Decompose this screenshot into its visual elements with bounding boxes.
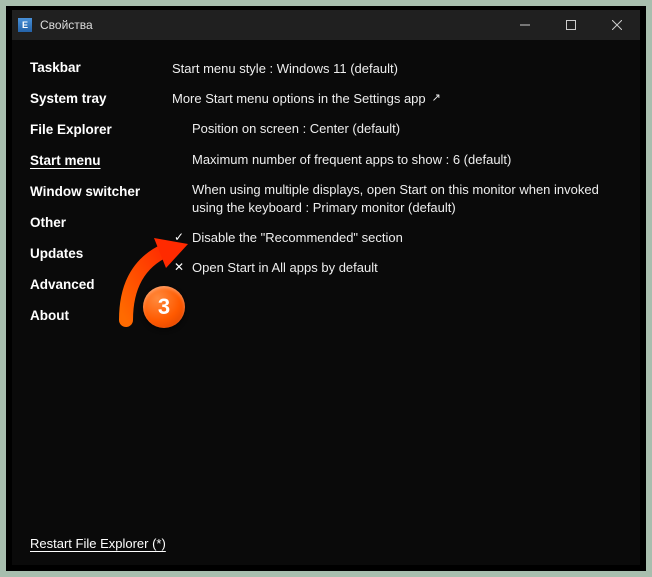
sidebar-item-about[interactable]: About (30, 308, 69, 323)
sidebar-item-window-switcher[interactable]: Window switcher (30, 184, 140, 199)
setting-start-style[interactable]: Start menu style : Windows 11 (default) (172, 60, 622, 78)
sidebar: Taskbar System tray File Explorer Start … (12, 40, 162, 565)
setting-position[interactable]: Position on screen : Center (default) (172, 120, 622, 138)
app-icon: E (18, 18, 32, 32)
sidebar-item-updates[interactable]: Updates (30, 246, 83, 261)
setting-max-apps[interactable]: Maximum number of frequent apps to show … (172, 151, 622, 169)
sidebar-item-advanced[interactable]: Advanced (30, 277, 95, 292)
content-panel: Start menu style : Windows 11 (default) … (162, 40, 640, 565)
check-icon: ✓ (172, 229, 186, 246)
setting-text: Position on screen : Center (default) (192, 120, 400, 138)
titlebar: E Свойства (12, 10, 640, 40)
sidebar-item-other[interactable]: Other (30, 215, 66, 230)
sidebar-item-taskbar[interactable]: Taskbar (30, 60, 81, 75)
external-link-icon: ↗ (432, 91, 441, 106)
toggle-label: Disable the "Recommended" section (192, 229, 403, 247)
x-icon: ✕ (172, 259, 186, 276)
sidebar-item-file-explorer[interactable]: File Explorer (30, 122, 112, 137)
close-button[interactable] (594, 10, 640, 40)
link-text: More Start menu options in the Settings … (172, 90, 426, 108)
sidebar-item-start-menu[interactable]: Start menu (30, 153, 101, 168)
toggle-open-all-apps[interactable]: ✕ Open Start in All apps by default (172, 259, 622, 277)
minimize-button[interactable] (502, 10, 548, 40)
window-title: Свойства (40, 18, 93, 32)
sidebar-item-system-tray[interactable]: System tray (30, 91, 107, 106)
setting-text: When using multiple displays, open Start… (192, 181, 622, 217)
setting-text: Maximum number of frequent apps to show … (192, 151, 511, 169)
restart-file-explorer-link[interactable]: Restart File Explorer (*) (30, 536, 166, 551)
setting-text: Start menu style : Windows 11 (default) (172, 60, 398, 78)
setting-multi-display[interactable]: When using multiple displays, open Start… (172, 181, 622, 217)
toggle-disable-recommended[interactable]: ✓ Disable the "Recommended" section (172, 229, 622, 247)
maximize-button[interactable] (548, 10, 594, 40)
toggle-label: Open Start in All apps by default (192, 259, 378, 277)
link-more-options[interactable]: More Start menu options in the Settings … (172, 90, 622, 108)
